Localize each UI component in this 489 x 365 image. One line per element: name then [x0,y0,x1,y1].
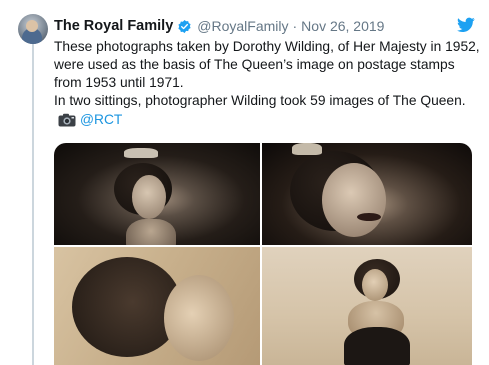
photo-credit: @RCT [54,111,484,129]
rct-mention-link[interactable]: @RCT [80,111,122,129]
photo-3[interactable] [54,247,260,365]
photo-2[interactable] [262,143,472,245]
author-name[interactable]: The Royal Family [54,18,173,34]
photo-1[interactable] [54,143,260,245]
avatar[interactable] [18,14,48,44]
separator-dot: · [292,18,298,34]
camera-emoji-icon [58,113,76,127]
verified-badge-icon [178,19,191,33]
tweet-date[interactable]: Nov 26, 2019 [301,18,384,34]
thread-line [32,44,34,365]
photo-grid [54,143,472,365]
tweet-text-paragraph-2: In two sittings, photographer Wilding to… [54,93,466,108]
photo-4[interactable] [262,247,472,365]
tweet-text-paragraph-1: These photographs taken by Dorothy Wildi… [54,39,480,90]
author-handle[interactable]: @RoyalFamily [197,18,288,34]
twitter-bird-icon[interactable] [457,17,475,33]
tweet-header: The Royal Family @RoyalFamily · Nov 26, … [54,15,475,37]
tweet-text: These photographs taken by Dorothy Wildi… [54,38,484,129]
